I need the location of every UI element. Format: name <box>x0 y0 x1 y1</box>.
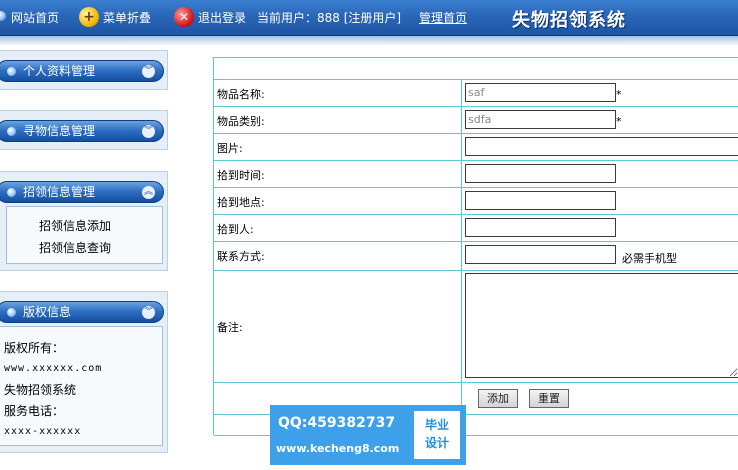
chevron-down-icon[interactable]: ︾ <box>142 65 155 78</box>
logout-button[interactable]: 退出登录 <box>198 10 246 26</box>
bullet-icon <box>7 127 16 136</box>
copyright-website: www.xxxxxx.com <box>4 363 103 374</box>
watermark-badge-line1: 毕业 <box>424 418 449 432</box>
claim-panel-title: 招领信息管理 <box>23 185 96 199</box>
row-divider <box>214 214 738 215</box>
current-user-text: 当前用户：888 [注册用户] <box>257 11 402 25</box>
search-panel-title: 寻物信息管理 <box>23 124 96 138</box>
profile-panel-header[interactable]: 个人资料管理 ︾ <box>0 60 164 82</box>
claim-add-form: 物品名称: * 物品类别: * 图片: 拾到时间: 拾到地点: 拾到人: 联系方… <box>213 57 738 436</box>
row-divider <box>214 133 738 134</box>
image-input[interactable] <box>465 137 738 156</box>
image-label: 图片: <box>217 142 243 155</box>
chevron-down-icon[interactable]: ︾ <box>142 306 155 319</box>
row-divider <box>214 160 738 161</box>
copyright-panel: 版权信息 ︾ 版权所有： www.xxxxxx.com 失物招领系统 服务电话：… <box>0 291 168 453</box>
collapse-menu-button[interactable]: 菜单折叠 <box>103 10 151 26</box>
item-category-input[interactable] <box>465 110 616 129</box>
contact-input[interactable] <box>465 245 616 264</box>
finder-input[interactable] <box>465 218 616 237</box>
system-title: 失物招领系统 <box>512 10 626 31</box>
found-time-label: 拾到时间: <box>217 169 265 182</box>
watermark-badge-line2: 设计 <box>424 436 449 450</box>
row-divider <box>214 79 738 80</box>
bullet-icon <box>7 67 16 76</box>
claim-menu: 招领信息添加 招领信息查询 <box>6 206 163 264</box>
search-panel: 寻物信息管理 ︾ <box>0 110 168 150</box>
found-place-label: 拾到地点: <box>217 196 265 209</box>
required-mark: * <box>616 115 622 128</box>
copyright-owner-label: 版权所有： <box>4 341 65 355</box>
chevron-down-icon[interactable]: ︾ <box>142 125 155 138</box>
watermark-banner: QQ:459382737 www.kecheng8.com 毕业 设计 <box>270 405 466 465</box>
site-home-link[interactable]: 网站首页 <box>11 10 59 26</box>
found-time-input[interactable] <box>465 164 616 183</box>
required-mark: * <box>616 88 622 101</box>
row-divider <box>214 106 738 107</box>
close-icon[interactable]: ✕ <box>174 7 194 27</box>
top-bar: 网站首页 + 菜单折叠 ✕ 退出登录 当前用户：888 [注册用户] 管理首页 … <box>0 0 738 46</box>
row-divider <box>214 382 738 383</box>
remark-label: 备注: <box>217 321 243 334</box>
claim-add-link[interactable]: 招领信息添加 <box>39 217 111 234</box>
item-name-input[interactable] <box>465 83 616 102</box>
item-name-label: 物品名称: <box>217 88 265 101</box>
finder-label: 拾到人: <box>217 223 254 236</box>
admin-home-link[interactable]: 管理首页 <box>419 10 467 26</box>
service-phone-label: 服务电话： <box>4 404 65 418</box>
service-phone-number: xxxx-xxxxxx <box>4 426 82 437</box>
remark-textarea[interactable] <box>465 273 738 378</box>
row-divider <box>214 270 738 271</box>
add-button[interactable]: 添加 <box>478 389 518 408</box>
top-bar-shadow <box>0 36 738 46</box>
reset-button[interactable]: 重置 <box>529 389 569 408</box>
copyright-panel-title: 版权信息 <box>23 305 72 319</box>
row-divider <box>214 187 738 188</box>
claim-panel-header[interactable]: 招领信息管理 ︽ <box>0 181 164 203</box>
search-panel-header[interactable]: 寻物信息管理 ︾ <box>0 120 164 142</box>
item-category-label: 物品类别: <box>217 115 265 128</box>
column-divider <box>461 79 462 414</box>
chevron-up-icon[interactable]: ︽ <box>142 186 155 199</box>
copyright-info: 版权所有： www.xxxxxx.com 失物招领系统 服务电话： xxxx-x… <box>0 326 163 446</box>
contact-hint: 必需手机型 <box>622 252 677 265</box>
watermark-badge: 毕业 设计 <box>414 411 460 459</box>
row-divider <box>214 241 738 242</box>
bullet-icon <box>7 188 16 197</box>
watermark-site: www.kecheng8.com <box>276 442 400 455</box>
bullet-icon <box>7 308 16 317</box>
profile-panel-title: 个人资料管理 <box>23 64 96 78</box>
watermark-qq: QQ:459382737 <box>278 415 396 431</box>
copyright-system-name: 失物招领系统 <box>4 383 77 397</box>
copyright-panel-header[interactable]: 版权信息 ︾ <box>0 301 164 323</box>
plus-icon[interactable]: + <box>79 7 99 27</box>
profile-panel: 个人资料管理 ︾ <box>0 50 168 90</box>
found-place-input[interactable] <box>465 191 616 210</box>
contact-label: 联系方式: <box>217 250 265 263</box>
home-icon <box>0 11 6 21</box>
claim-query-link[interactable]: 招领信息查询 <box>39 239 111 256</box>
claim-panel: 招领信息管理 ︽ 招领信息添加 招领信息查询 <box>0 171 168 271</box>
